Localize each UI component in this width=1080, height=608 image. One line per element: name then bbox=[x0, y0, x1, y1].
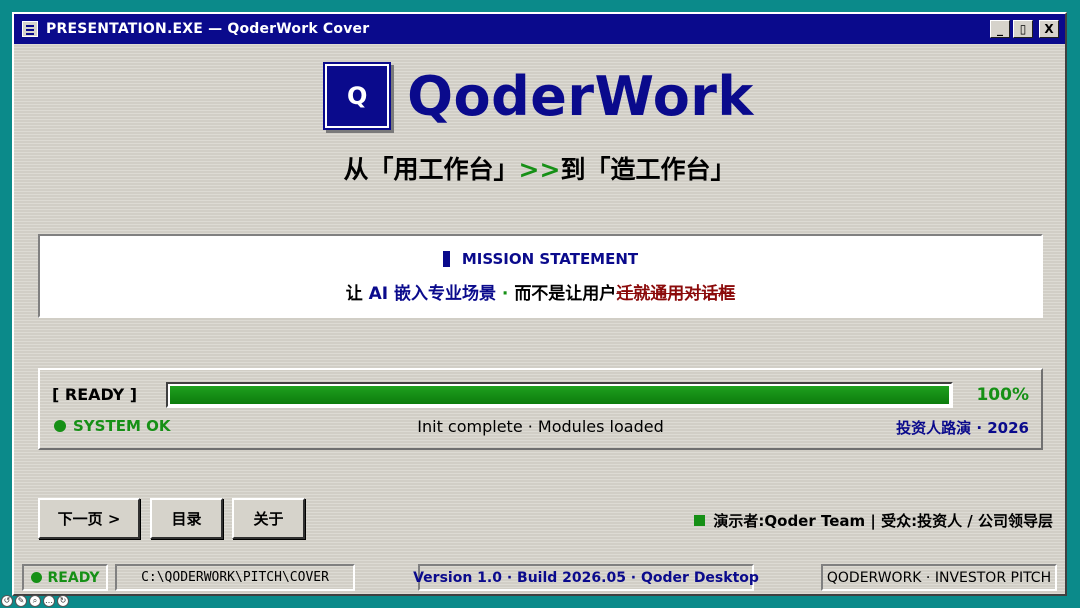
progress-fill bbox=[170, 386, 949, 404]
page-subtitle: 从「用工作台」>>到「造工作台」 bbox=[14, 150, 1065, 186]
status-ready-text: READY bbox=[47, 569, 100, 586]
mission-highlight: AI 嵌入专业场景 bbox=[368, 284, 497, 304]
next-page-button[interactable]: 下一页 > bbox=[38, 498, 140, 539]
progress-bar bbox=[166, 382, 953, 408]
square-bullet-icon bbox=[694, 515, 706, 526]
title-bar[interactable]: PRESENTATION.EXE — QoderWork Cover _ ▯ X bbox=[14, 14, 1065, 44]
close-button[interactable]: X bbox=[1039, 20, 1059, 38]
event-label: 投资人路演 · 2026 bbox=[896, 419, 1029, 437]
mission-heading-row: MISSION STATEMENT bbox=[40, 250, 1041, 268]
rotate-right-icon[interactable]: ↻ bbox=[57, 595, 69, 607]
more-icon[interactable]: … bbox=[43, 595, 55, 607]
pen-icon[interactable]: ✎ bbox=[15, 595, 27, 607]
mission-middle: 而不是让用户 bbox=[514, 284, 617, 304]
document-icon bbox=[22, 21, 38, 37]
bar-marker-icon bbox=[442, 251, 450, 267]
logo-icon: Q bbox=[325, 64, 390, 128]
progress-panel: [ READY ] 100% SYSTEM OK Init complete ·… bbox=[38, 368, 1043, 450]
window-title: PRESENTATION.EXE — QoderWork Cover bbox=[46, 21, 370, 37]
status-version: Version 1.0 · Build 2026.05 · Qoder Desk… bbox=[413, 564, 759, 591]
logo-row: Q QoderWork bbox=[14, 64, 1065, 128]
status-ready: READY bbox=[22, 564, 108, 591]
about-button[interactable]: 关于 bbox=[232, 498, 305, 539]
mission-heading: MISSION STATEMENT bbox=[461, 250, 639, 268]
progress-percent: 100% bbox=[976, 385, 1029, 405]
mission-struck: 迁就通用对话框 bbox=[616, 284, 736, 304]
window-controls: _ ▯ X bbox=[990, 20, 1059, 38]
minimize-button[interactable]: _ bbox=[990, 20, 1010, 38]
mission-separator: · bbox=[496, 284, 515, 304]
init-message: Init complete · Modules loaded bbox=[417, 417, 664, 436]
product-name: QoderWork bbox=[407, 64, 754, 128]
toc-button[interactable]: 目录 bbox=[150, 498, 223, 539]
status-path: C:\QODERWORK\PITCH\COVER bbox=[115, 564, 355, 591]
ready-label: [ READY ] bbox=[52, 385, 138, 404]
mission-statement: 让 AI 嵌入专业场景 · 而不是让用户迁就通用对话框 bbox=[40, 279, 1041, 304]
subtitle-from: 从「用工作台」 bbox=[343, 155, 519, 184]
mission-prefix: 让 bbox=[345, 284, 369, 304]
maximize-button[interactable]: ▯ bbox=[1013, 20, 1033, 38]
presenter-text: 演示者:Qoder Team | 受众:投资人 / 公司领导层 bbox=[713, 512, 1053, 530]
viewer-controls: ↺ ✎ ⌕ … ↻ bbox=[1, 595, 69, 607]
subtitle-to: 到「造工作台」 bbox=[560, 155, 736, 184]
mission-panel: MISSION STATEMENT 让 AI 嵌入专业场景 · 而不是让用户迁就… bbox=[38, 234, 1043, 318]
zoom-icon[interactable]: ⌕ bbox=[29, 595, 41, 607]
presentation-window: PRESENTATION.EXE — QoderWork Cover _ ▯ X… bbox=[12, 12, 1067, 596]
subtitle-arrow: >> bbox=[518, 155, 561, 184]
presenter-info: 演示者:Qoder Team | 受众:投资人 / 公司领导层 bbox=[694, 510, 1053, 531]
status-pitch: QODERWORK · INVESTOR PITCH bbox=[821, 564, 1057, 591]
rotate-left-icon[interactable]: ↺ bbox=[1, 595, 13, 607]
status-dot-icon bbox=[30, 572, 42, 583]
